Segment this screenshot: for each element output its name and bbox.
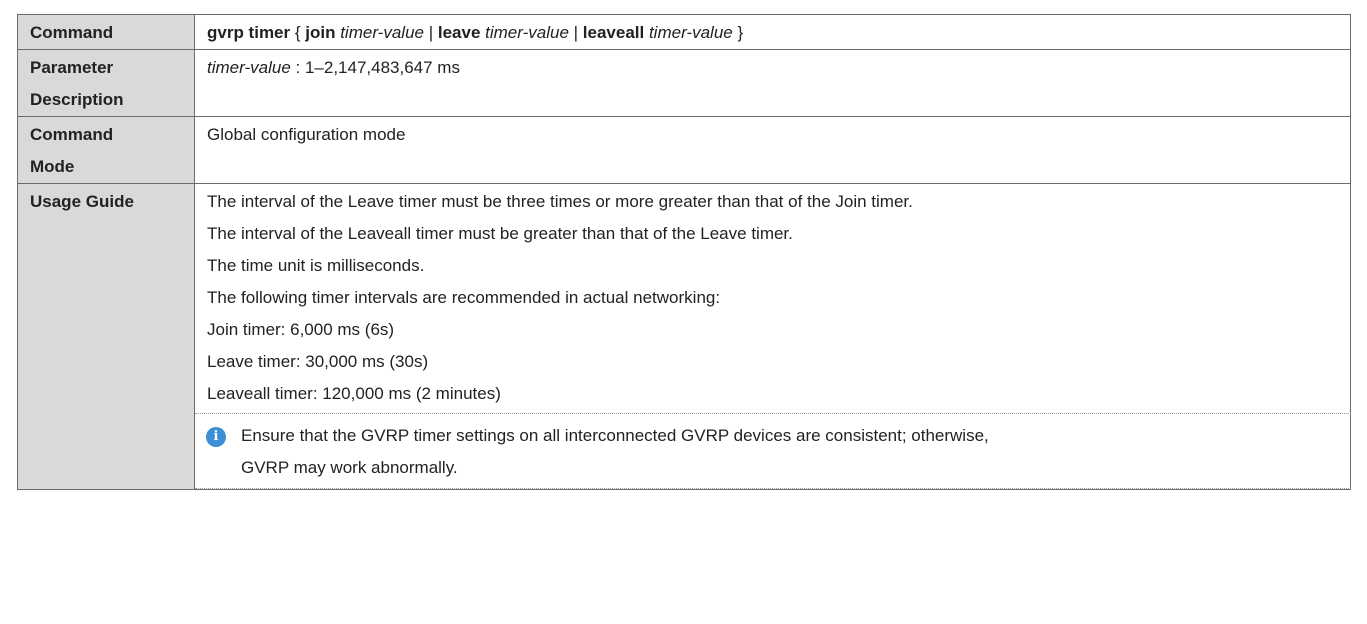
leave-keyword: leave <box>437 23 481 42</box>
command-row: Command gvrp timer { join timer-value | … <box>17 14 1351 50</box>
usage-line: The interval of the Leaveall timer must … <box>207 224 793 243</box>
usage-line: The following timer intervals are recomm… <box>207 288 721 307</box>
usage-label: Usage Guide <box>17 183 195 490</box>
mode-row: Command Mode Global configuration mode <box>17 116 1351 184</box>
mode-label-line: Mode <box>30 157 75 176</box>
leaveall-keyword: leaveall <box>582 23 645 42</box>
syntax-separator: | <box>423 23 438 42</box>
note-line: Ensure that the GVRP timer settings on a… <box>241 426 989 445</box>
parameter-name: timer-value <box>207 58 291 77</box>
parameter-label: Parameter Description <box>17 49 195 117</box>
usage-row: Usage Guide The interval of the Leave ti… <box>17 183 1351 490</box>
usage-line: Leave timer: 30,000 ms (30s) <box>207 352 429 371</box>
command-keyword: gvrp timer <box>207 23 291 42</box>
command-label: Command <box>17 14 195 50</box>
usage-guide: The interval of the Leave timer must be … <box>194 183 1351 490</box>
usage-line: Join timer: 6,000 ms (6s) <box>207 320 395 339</box>
leaveall-argument: timer-value <box>644 23 733 42</box>
parameter-label-line: Parameter <box>30 58 114 77</box>
leave-argument: timer-value <box>480 23 569 42</box>
join-keyword: join <box>305 23 336 42</box>
usage-line: The interval of the Leave timer must be … <box>207 192 913 211</box>
mode-label: Command Mode <box>17 116 195 184</box>
note-line: GVRP may work abnormally. <box>241 458 458 477</box>
usage-line: The time unit is milliseconds. <box>207 256 425 275</box>
parameter-row: Parameter Description timer-value : 1–2,… <box>17 49 1351 117</box>
parameter-description: timer-value : 1–2,147,483,647 ms <box>194 49 1351 117</box>
syntax-open-brace: { <box>290 23 306 42</box>
mode-label-line: Command <box>30 125 114 144</box>
usage-line: Leaveall timer: 120,000 ms (2 minutes) <box>207 384 501 403</box>
command-syntax: gvrp timer { join timer-value | leave ti… <box>194 14 1351 50</box>
mode-value: Global configuration mode <box>194 116 1351 184</box>
join-argument: timer-value <box>335 23 424 42</box>
syntax-separator: | <box>568 23 583 42</box>
syntax-close-brace: } <box>732 23 744 42</box>
note-text: Ensure that the GVRP timer settings on a… <box>241 420 1343 484</box>
parameter-range: : 1–2,147,483,647 ms <box>290 58 460 77</box>
command-reference-table: Command gvrp timer { join timer-value | … <box>17 14 1351 490</box>
info-note: i Ensure that the GVRP timer settings on… <box>195 413 1351 489</box>
info-icon: i <box>206 427 226 447</box>
parameter-label-line: Description <box>30 90 124 109</box>
